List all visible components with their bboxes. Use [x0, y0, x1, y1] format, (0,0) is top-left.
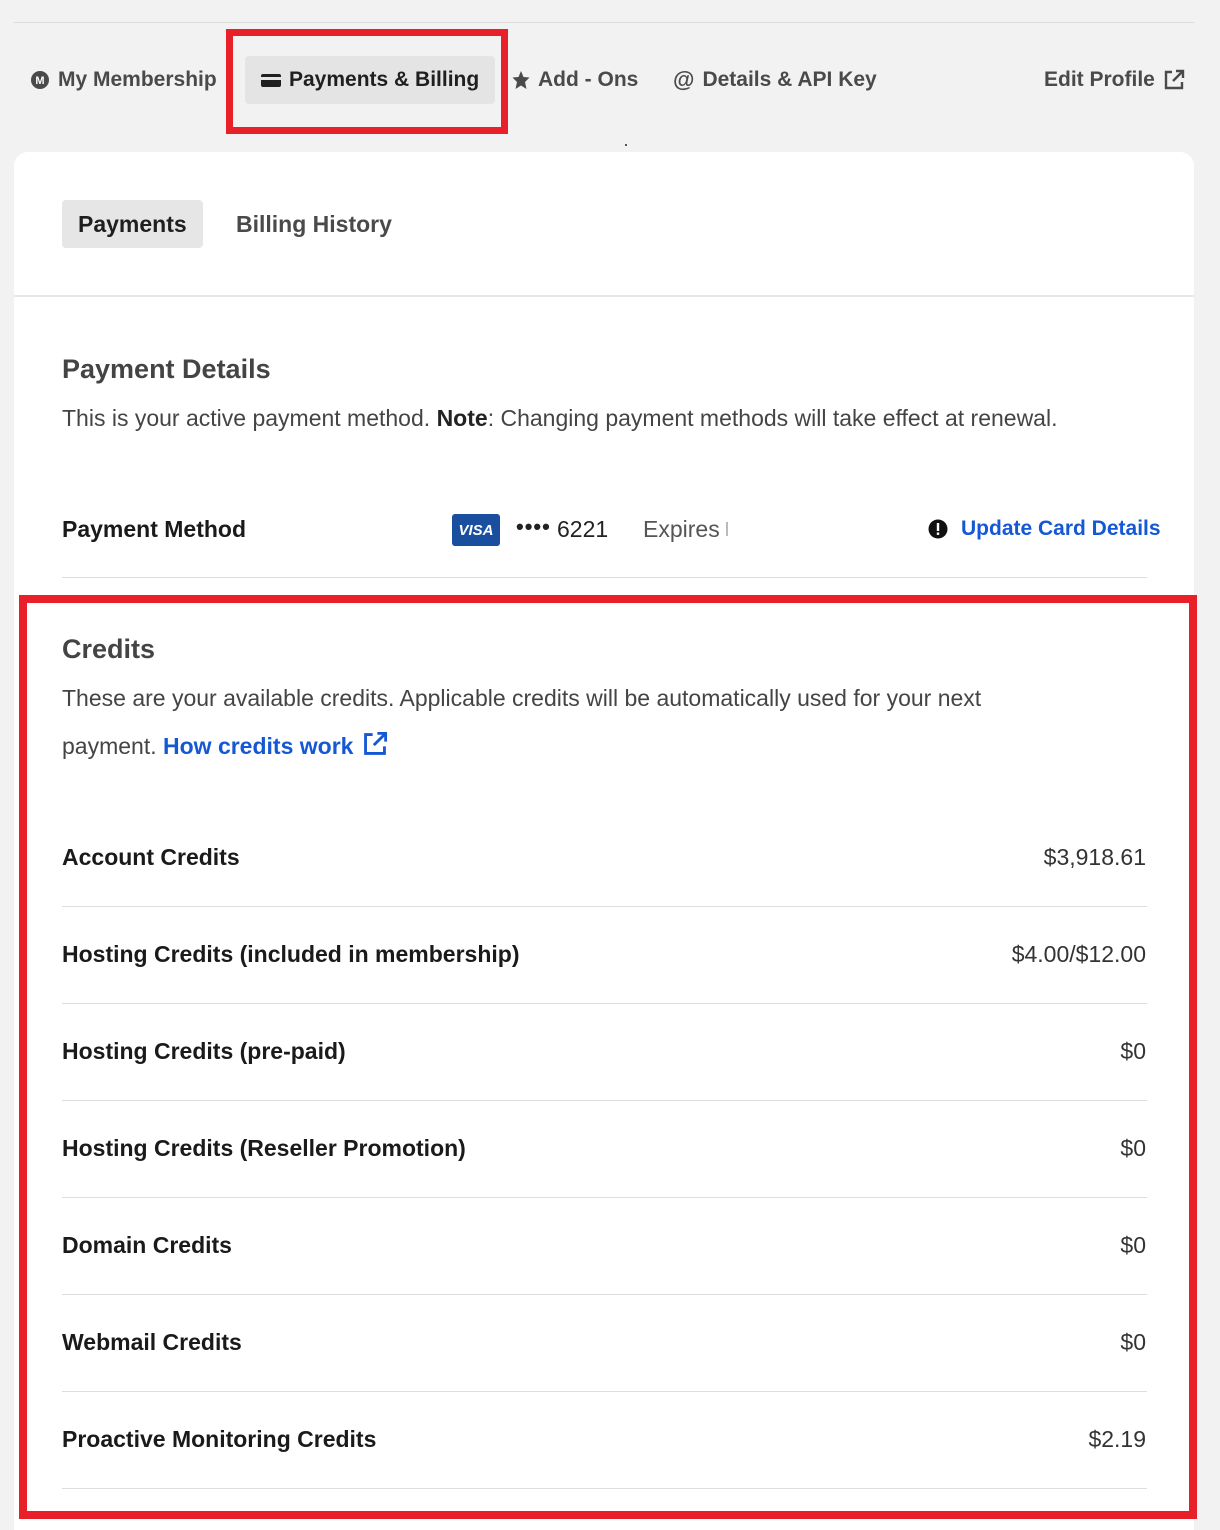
payment-method-label: Payment Method [62, 516, 247, 542]
nav-label: Details & API Key [702, 68, 877, 91]
payment-details-title: Payment Details [62, 354, 271, 384]
tab-label: Billing History [236, 210, 392, 237]
nav-label: Edit Profile [1044, 68, 1155, 91]
membership-icon: M [31, 71, 49, 89]
top-divider [14, 22, 1194, 23]
nav-details-api-key[interactable]: @ Details & API Key [673, 56, 877, 104]
update-card-link[interactable]: Update Card Details [928, 517, 1161, 541]
nav-add-ons[interactable]: Add - Ons [512, 56, 638, 104]
alert-icon [928, 519, 948, 539]
tab-payments[interactable]: Payments [62, 200, 203, 248]
row-divider [62, 577, 1147, 578]
puzzle-icon [512, 71, 530, 89]
external-link-icon [1164, 69, 1185, 90]
card-mask-dots: •••• [516, 514, 551, 539]
update-card-label: Update Card Details [961, 517, 1161, 540]
highlight-box-nav [226, 29, 508, 134]
desc-text: This is your active payment method. [62, 405, 437, 431]
payment-details-description: This is your active payment method. Note… [62, 394, 1057, 442]
expires-cursor [726, 522, 728, 536]
card-expires: Expires [643, 516, 720, 542]
svg-text:M: M [35, 75, 44, 87]
at-icon: @ [673, 67, 695, 92]
nav-label: Add - Ons [538, 68, 639, 91]
desc-text: : Changing payment methods will take eff… [487, 405, 1058, 431]
desc-note: Note [436, 405, 488, 431]
nav-label: My Membership [58, 68, 217, 91]
tab-billing-history[interactable]: Billing History [236, 200, 392, 248]
nav-my-membership[interactable]: M My Membership [30, 56, 217, 104]
stray-dot [625, 144, 627, 146]
highlight-box-credits [19, 595, 1197, 1519]
nav-edit-profile[interactable]: Edit Profile [1044, 56, 1185, 104]
card-last4: 6221 [557, 516, 609, 542]
visa-card-icon: VISA [452, 514, 500, 546]
tabs-divider [14, 295, 1194, 297]
tab-label: Payments [78, 210, 187, 237]
